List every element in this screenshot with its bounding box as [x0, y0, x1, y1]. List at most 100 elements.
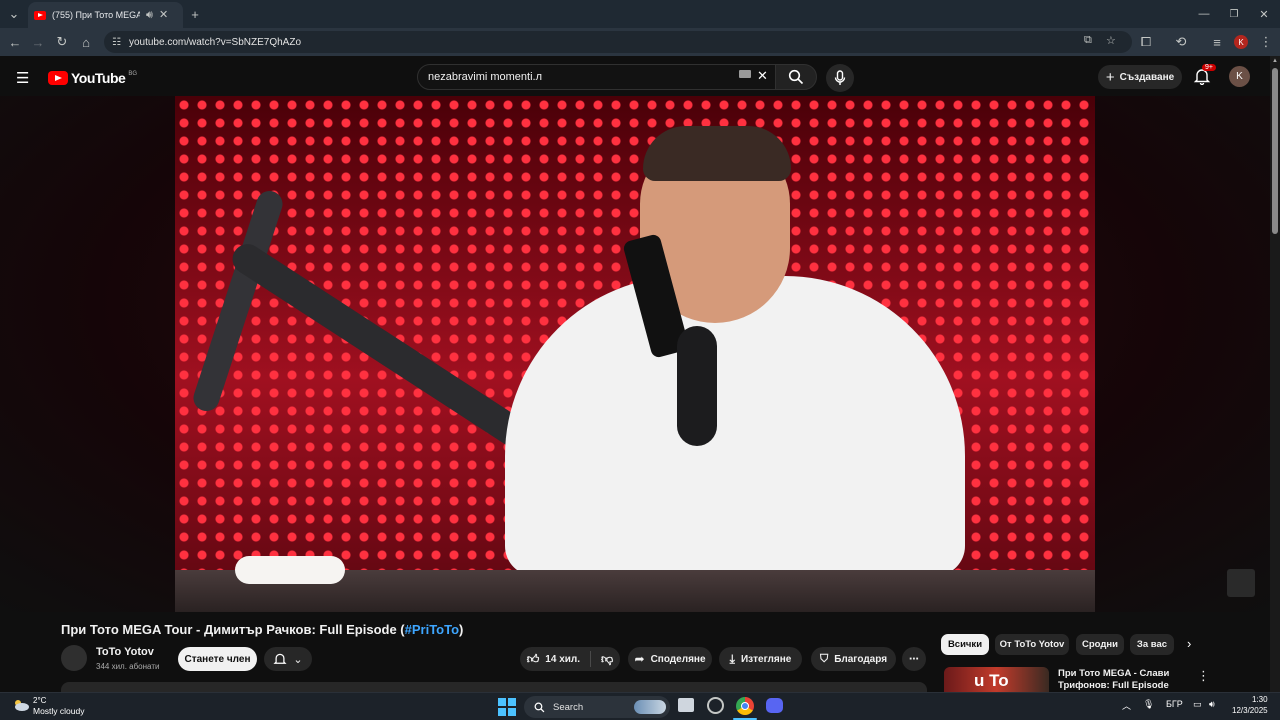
- tab-search-icon[interactable]: ⌄: [2, 2, 26, 26]
- person-shirt: [505, 276, 965, 576]
- towel-on-desk: [235, 556, 345, 584]
- profile-avatar[interactable]: K: [1234, 35, 1248, 49]
- minimize-icon[interactable]: —: [1192, 2, 1216, 26]
- video-frame[interactable]: [175, 96, 1095, 612]
- chip-related[interactable]: Сродни: [1076, 634, 1124, 655]
- recommendation-menu-icon[interactable]: ⋮: [1197, 668, 1210, 684]
- recommendation-title[interactable]: При Тото MEGA - Слави Трифонов: Full Epi…: [1058, 668, 1188, 692]
- recommendation-thumbnail[interactable]: u To: [944, 667, 1049, 692]
- weather-description[interactable]: Mostly cloudy: [33, 706, 85, 716]
- download-label: Изтегляне: [740, 653, 792, 665]
- video-title-close: ): [459, 622, 464, 637]
- volume-icon[interactable]: 🔊︎: [1209, 699, 1215, 710]
- share-button[interactable]: ➦ Споделяне: [628, 647, 712, 671]
- channel-name[interactable]: ToTo Yotov: [96, 646, 154, 658]
- hamburger-menu-icon[interactable]: ☰: [16, 69, 29, 87]
- share-label: Споделяне: [650, 653, 706, 665]
- task-view-icon[interactable]: [678, 698, 694, 712]
- like-dislike-group: 👍︎ 14 хил. 👎︎: [520, 647, 620, 671]
- search-icon: [788, 69, 804, 85]
- forward-icon[interactable]: →: [26, 30, 50, 54]
- channel-watermark[interactable]: [1227, 569, 1255, 597]
- mic-boom-pole: [190, 187, 286, 415]
- video-hashtag-link[interactable]: #PriToTo: [405, 622, 459, 637]
- search-button[interactable]: [775, 64, 817, 90]
- create-label: Създаване: [1119, 71, 1175, 83]
- channel-avatar[interactable]: [61, 645, 87, 671]
- download-button[interactable]: ⤓ Изтегляне: [719, 647, 802, 671]
- video-player[interactable]: [0, 96, 1270, 612]
- youtube-play-logo-icon: [48, 71, 68, 85]
- search-query-text: nezabravimi momenti.л: [428, 71, 543, 83]
- plus-icon: +: [1105, 68, 1115, 86]
- browser-tab-active[interactable]: (755) При Тото MEGA Tour 🔊︎ ✕: [28, 2, 183, 28]
- scroll-up-icon[interactable]: ▲: [1272, 58, 1278, 64]
- join-button[interactable]: Станете член: [178, 647, 257, 671]
- address-bar[interactable]: ☷ youtube.com/watch?v=SbNZE7QhAZo ⧉ ☆: [104, 31, 1132, 53]
- new-tab-icon[interactable]: +: [183, 2, 207, 26]
- taskbar-search-label: Search: [553, 701, 584, 713]
- scrollbar-thumb[interactable]: [1272, 68, 1278, 234]
- windows-start-icon[interactable]: [498, 698, 516, 716]
- download-icon: ⤓: [729, 651, 735, 666]
- clear-search-icon[interactable]: ✕: [757, 68, 768, 84]
- search-input[interactable]: nezabravimi momenti.л ✕: [417, 64, 776, 90]
- notifications-button[interactable]: 9+: [1193, 64, 1216, 90]
- thanks-button[interactable]: ⛉ Благодаря: [811, 647, 896, 671]
- back-icon[interactable]: ←: [3, 30, 27, 54]
- chrome-taskbar-icon[interactable]: [736, 697, 754, 715]
- chrome-menu-icon[interactable]: ⋮: [1254, 30, 1278, 54]
- video-title-text: При Тото MEGA Tour - Димитър Рачков: Ful…: [61, 622, 405, 637]
- chip-all[interactable]: Всички: [941, 634, 989, 655]
- thumbs-down-icon[interactable]: 👎︎: [601, 652, 613, 667]
- create-button[interactable]: + Създаване: [1098, 65, 1182, 89]
- subscription-bell-button[interactable]: ⌄: [264, 647, 312, 671]
- keyboard-icon[interactable]: [739, 70, 751, 78]
- chip-for-you[interactable]: За вас: [1130, 634, 1174, 655]
- studio-microphone: [677, 326, 717, 446]
- bookmark-star-icon[interactable]: ☆: [1106, 34, 1116, 47]
- youtube-logo[interactable]: YouTube BG: [48, 70, 137, 86]
- like-count: 14 хил.: [545, 653, 581, 665]
- cloud-weather-icon[interactable]: [12, 698, 30, 712]
- site-info-icon[interactable]: ☷: [112, 37, 121, 48]
- weather-temperature[interactable]: 2°C: [33, 696, 46, 705]
- description-box[interactable]: [61, 682, 927, 692]
- reload-icon[interactable]: ↻: [50, 30, 74, 54]
- clock-date[interactable]: 12/3/2025: [1232, 706, 1268, 715]
- clock-time[interactable]: 1:30: [1252, 695, 1268, 704]
- extensions-icon[interactable]: ⧠: [1134, 30, 1158, 54]
- tray-microphone-icon[interactable]: 🎙︎: [1143, 699, 1154, 710]
- network-icon[interactable]: ▭: [1193, 699, 1202, 710]
- like-button[interactable]: 👍︎ 14 хил.: [527, 652, 580, 667]
- home-icon[interactable]: ⌂: [74, 30, 98, 54]
- notifications-badge: 9+: [1202, 64, 1216, 71]
- youtube-header: ☰ YouTube BG nezabravimi momenti.л ✕ + С…: [0, 56, 1270, 96]
- history-icon[interactable]: ⟲: [1169, 30, 1193, 54]
- browser-tab-strip: ⌄ (755) При Тото MEGA Tour 🔊︎ ✕ + — ❐ ✕: [0, 0, 1280, 28]
- close-tab-icon[interactable]: ✕: [159, 9, 168, 21]
- app-icon[interactable]: [707, 697, 724, 714]
- windows-taskbar: 2°C Mostly cloudy Search ︿ 🎙︎ БГР ▭ 🔊︎ 1…: [0, 692, 1280, 720]
- like-divider: [590, 651, 592, 667]
- discord-icon[interactable]: [766, 698, 783, 713]
- restore-icon[interactable]: ❐: [1222, 2, 1246, 26]
- more-horizontal-icon: ⋯: [909, 653, 919, 665]
- tray-overflow-icon[interactable]: ︿: [1122, 699, 1131, 712]
- search-icon: [534, 702, 545, 712]
- more-actions-button[interactable]: ⋯: [902, 647, 926, 671]
- install-app-icon[interactable]: ⧉: [1084, 34, 1092, 47]
- voice-search-button[interactable]: [826, 64, 854, 92]
- youtube-favicon-icon: [34, 10, 46, 20]
- chip-from-channel[interactable]: От ToTo Yotov: [995, 634, 1069, 655]
- language-indicator[interactable]: БГР: [1166, 699, 1183, 709]
- speaker-icon[interactable]: 🔊︎: [146, 9, 153, 21]
- account-avatar[interactable]: K: [1229, 66, 1250, 87]
- chevron-right-icon[interactable]: ›: [1187, 636, 1191, 651]
- logo-text: YouTube: [71, 70, 126, 86]
- close-window-icon[interactable]: ✕: [1252, 2, 1276, 26]
- url-text: youtube.com/watch?v=SbNZE7QhAZo: [128, 36, 301, 48]
- media-controls-icon[interactable]: ≡: [1205, 30, 1229, 54]
- page-scrollbar[interactable]: ▲: [1270, 56, 1280, 692]
- taskbar-search[interactable]: Search: [524, 696, 670, 718]
